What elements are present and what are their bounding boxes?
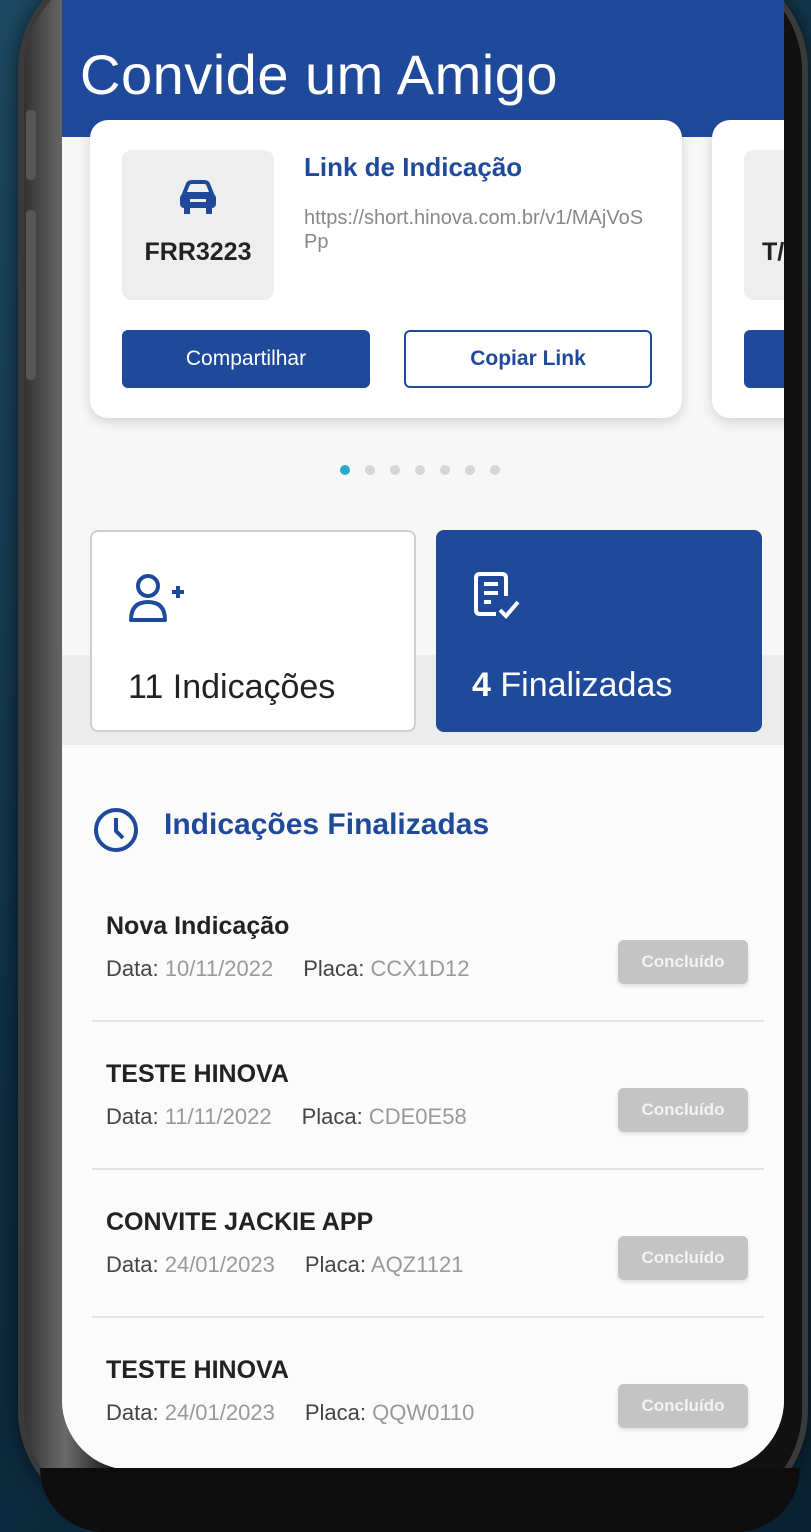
- page-dot[interactable]: [415, 465, 425, 475]
- copy-link-button[interactable]: Copiar Link: [404, 330, 652, 388]
- item-plate: QQW0110: [372, 1400, 475, 1425]
- plate-label: Placa:: [303, 956, 365, 981]
- item-date: 24/01/2023: [164, 1252, 275, 1277]
- referral-card: FRR3223 Link de Indicação https://short.…: [90, 120, 682, 418]
- item-name: TESTE HINOVA: [106, 1356, 289, 1384]
- item-name: TESTE HINOVA: [106, 1060, 289, 1088]
- indications-label: Indicações: [172, 668, 336, 706]
- referral-link-url[interactable]: https://short.hinova.com.br/v1/MAjVoSPp: [304, 206, 644, 254]
- link-title: Link de Indicação: [304, 152, 523, 182]
- status-badge: Concluído: [618, 1088, 748, 1132]
- finalized-count: 4: [472, 666, 491, 704]
- item-date: 11/11/2022: [164, 1104, 272, 1129]
- date-label: Data:: [106, 1104, 159, 1129]
- item-plate: AQZ1121: [370, 1252, 464, 1277]
- list-item[interactable]: TESTE HINOVA Data: 24/01/2023 Placa: QQW0…: [62, 1356, 784, 1470]
- item-meta: Data: 10/11/2022 Placa: CCX1D12: [106, 956, 470, 982]
- item-date: 10/11/2022: [164, 956, 274, 981]
- document-check-icon: [472, 570, 522, 631]
- volume-button: [26, 110, 36, 180]
- plate-label: Placa:: [304, 1252, 366, 1277]
- app-header: Convide um Amigo: [62, 0, 784, 137]
- item-plate: CCX1D12: [370, 956, 470, 981]
- share-button[interactable]: Compartilhar: [122, 330, 370, 388]
- finalized-label: Finalizadas: [500, 666, 673, 704]
- list-item[interactable]: Nova Indicação Data: 10/11/2022 Placa: CC…: [62, 912, 784, 1060]
- plate-label: Placa:: [304, 1400, 366, 1425]
- status-badge: Concluído: [618, 1236, 748, 1280]
- page-dot[interactable]: [390, 465, 400, 475]
- item-date: 24/01/2023: [164, 1400, 275, 1425]
- page-dot[interactable]: [440, 465, 450, 475]
- share-button[interactable]: [744, 330, 784, 388]
- side-button: [26, 210, 36, 380]
- page-dot[interactable]: [365, 465, 375, 475]
- divider: [92, 1316, 764, 1318]
- item-meta: Data: 11/11/2022 Placa: CDE0E58: [106, 1104, 467, 1130]
- date-label: Data:: [106, 956, 159, 981]
- date-label: Data:: [106, 1400, 159, 1425]
- page-dot-active[interactable]: [340, 465, 350, 475]
- list-item[interactable]: CONVITE JACKIE APP Data: 24/01/2023 Placa…: [62, 1208, 784, 1356]
- car-icon: [176, 178, 220, 223]
- app-screen: Convide um Amigo FRR3223 Link de Indicaç…: [62, 0, 784, 1470]
- date-label: Data:: [106, 1252, 159, 1277]
- indications-tab[interactable]: 11 Indicações: [90, 530, 416, 732]
- page-dot[interactable]: [465, 465, 475, 475]
- finalized-stat: 4 Finalizadas: [472, 666, 672, 705]
- item-name: CONVITE JACKIE APP: [106, 1208, 374, 1236]
- item-name: Nova Indicação: [106, 912, 290, 940]
- referral-card-next[interactable]: T/: [712, 120, 784, 418]
- finalized-tab[interactable]: 4 Finalizadas: [436, 530, 762, 732]
- page-dot[interactable]: [490, 465, 500, 475]
- item-meta: Data: 24/01/2023 Placa: QQW0110: [106, 1400, 474, 1426]
- vehicle-plate: FRR3223: [144, 238, 252, 266]
- status-badge: Concluído: [618, 940, 748, 984]
- phone-bezel: [40, 1468, 800, 1532]
- page-title: Convide um Amigo: [80, 43, 559, 106]
- divider: [92, 1020, 764, 1022]
- item-plate: CDE0E58: [368, 1104, 467, 1129]
- carousel-pagination: [340, 462, 515, 480]
- list-item[interactable]: TESTE HINOVA Data: 11/11/2022 Placa: CDE0…: [62, 1060, 784, 1208]
- clock-icon: [92, 806, 140, 859]
- status-badge: Concluído: [618, 1384, 748, 1428]
- add-user-icon: [128, 572, 188, 633]
- indications-stat: 11 Indicações: [128, 668, 335, 707]
- vehicle-box: T/: [744, 150, 784, 300]
- divider: [92, 1168, 764, 1170]
- item-meta: Data: 24/01/2023 Placa: AQZ1121: [106, 1252, 463, 1278]
- indications-count: 11: [128, 668, 164, 706]
- plate-label: Placa:: [301, 1104, 363, 1129]
- vehicle-plate: T/: [762, 238, 784, 266]
- section-title: Indicações Finalizadas: [164, 808, 490, 841]
- vehicle-box: FRR3223: [122, 150, 274, 300]
